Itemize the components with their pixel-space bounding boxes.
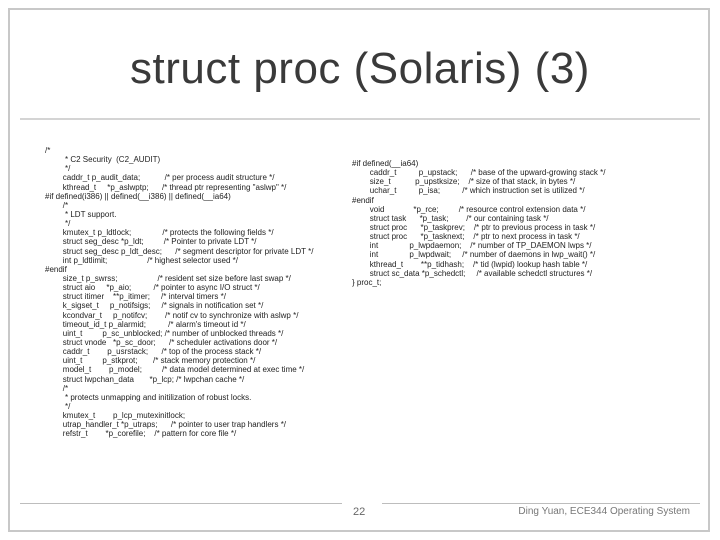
page-number: 22 [353, 506, 366, 518]
code-line: uchar_t p_isa; /* which instruction set … [352, 186, 585, 196]
code-line: struct seg_desc p_ldt_desc; /* segment d… [45, 246, 314, 256]
code-line: caddr_t p_usrstack; /* top of the proces… [45, 347, 262, 357]
slide-title: struct proc (Solaris) (3) [130, 44, 590, 93]
code-line: caddr_t p_audit_data; /* per process aud… [45, 173, 275, 183]
code-line: struct aio *p_aio; /* pointer to async I… [45, 283, 260, 293]
code-line: /* [45, 200, 69, 210]
code-line: struct itimer **p_itimer; /* interval ti… [45, 292, 226, 302]
code-line: * protects unmapping and initilization o… [45, 392, 252, 402]
code-line: int p_ldtlimit; /* highest selector used… [45, 255, 238, 265]
code-line: utrap_handler_t *p_utraps; /* pointer to… [45, 420, 287, 430]
footer-text: Ding Yuan, ECE344 Operating System [518, 506, 690, 517]
code-line: uint_t p_sc_unblocked; /* number of unbl… [45, 328, 284, 338]
code-line: k_sigset_t p_notifsigs; /* signals in no… [45, 301, 264, 311]
title-divider [20, 118, 700, 120]
code-line: timeout_id_t p_alarmid; /* alarm's timeo… [45, 319, 246, 329]
code-line: * C2 Security (C2_AUDIT) [45, 155, 161, 165]
footer-divider-right [382, 503, 700, 504]
code-line: kmutex_t p_lcp_mutexinitlock; [45, 411, 186, 421]
code-line: #if defined(__ia64) [352, 159, 419, 168]
code-line: size_t p_upstksize; /* size of that stac… [352, 177, 576, 187]
code-block-right: #if defined(__ia64) caddr_t p_upstack; /… [352, 159, 697, 287]
code-line: kcondvar_t p_notifcv; /* notif cv to syn… [45, 310, 299, 320]
code-line: * LDT support. [45, 209, 117, 219]
code-line: struct proc *p_tasknext; /* ptr to next … [352, 232, 580, 242]
code-line: #if defined(i386) || defined(__i386) || … [45, 191, 231, 201]
code-line: */ [45, 219, 71, 229]
code-block-left: /* * C2 Security (C2_AUDIT) */ caddr_t p… [45, 146, 345, 439]
code-line: void *p_rce; /* resource control extensi… [352, 204, 586, 214]
code-line: int p_lwpdaemon; /* number of TP_DAEMON … [352, 241, 592, 251]
code-line: size_t p_swrss; /* resident set size bef… [45, 273, 291, 283]
code-line: #endif [45, 264, 67, 274]
code-line: refstr_t *p_corefile; /* pattern for cor… [45, 429, 237, 439]
code-line: struct vnode *p_sc_door; /* scheduler ac… [45, 337, 278, 347]
code-line: /* [45, 146, 51, 155]
code-line: model_t p_model; /* data model determine… [45, 365, 305, 375]
footer-divider-left [20, 503, 342, 504]
code-line: struct task *p_task; /* our containing t… [352, 213, 549, 223]
code-line: uint_t p_stkprot; /* stack memory protec… [45, 356, 256, 366]
code-line: #endif [352, 195, 374, 205]
code-line: */ [45, 164, 71, 174]
code-line: int p_lwpdwait; /* number of daemons in … [352, 250, 596, 260]
code-line: /* [45, 383, 69, 393]
code-line: struct seg_desc *p_ldt; /* Pointer to pr… [45, 237, 257, 247]
code-line: kmutex_t p_ldtlock; /* protects the foll… [45, 228, 274, 238]
code-line: kthread_t *p_aslwptp; /* thread ptr repr… [45, 182, 287, 192]
code-line: caddr_t p_upstack; /* base of the upward… [352, 168, 606, 178]
code-line: */ [45, 401, 71, 411]
code-line: struct proc *p_taskprev; /* ptr to previ… [352, 222, 596, 232]
slide: struct proc (Solaris) (3) /* * C2 Securi… [0, 0, 720, 540]
code-line: kthread_t **p_tidhash; /* tid (lwpid) lo… [352, 259, 588, 269]
code-line: struct lwpchan_data *p_lcp; /* lwpchan c… [45, 374, 245, 384]
code-line: } proc_t; [352, 277, 382, 287]
code-line: struct sc_data *p_schedctl; /* available… [352, 268, 593, 278]
